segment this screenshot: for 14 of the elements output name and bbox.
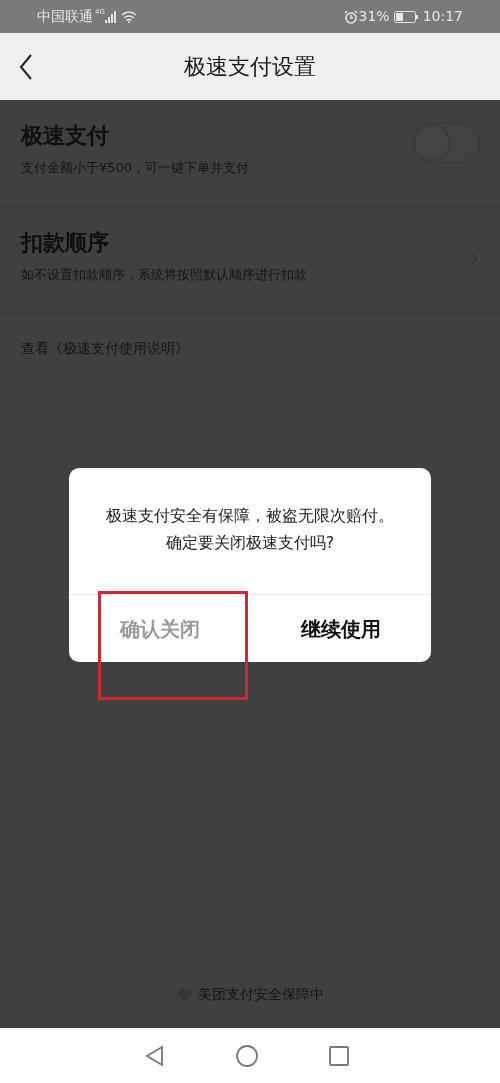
page-title: 极速支付设置: [184, 53, 316, 81]
home-icon[interactable]: [236, 1044, 258, 1067]
battery-percent: 31%: [358, 7, 390, 26]
wifi-icon: [120, 10, 137, 23]
alarm-icon: [343, 9, 358, 24]
recents-icon[interactable]: [328, 1044, 350, 1067]
dialog-message: 极速支付安全有保障，被盗无限次赔付。确定要关闭极速支付吗?: [105, 505, 395, 554]
clock-time: 10:17: [422, 7, 463, 26]
signal-icon: [104, 10, 117, 23]
battery-icon: [393, 10, 418, 23]
back-icon[interactable]: [19, 54, 33, 80]
dialog-button[interactable]: 继续使用: [250, 595, 431, 662]
dialog-button[interactable]: 确认关闭: [69, 595, 250, 662]
carrier-name: 中国联通: [37, 7, 93, 26]
